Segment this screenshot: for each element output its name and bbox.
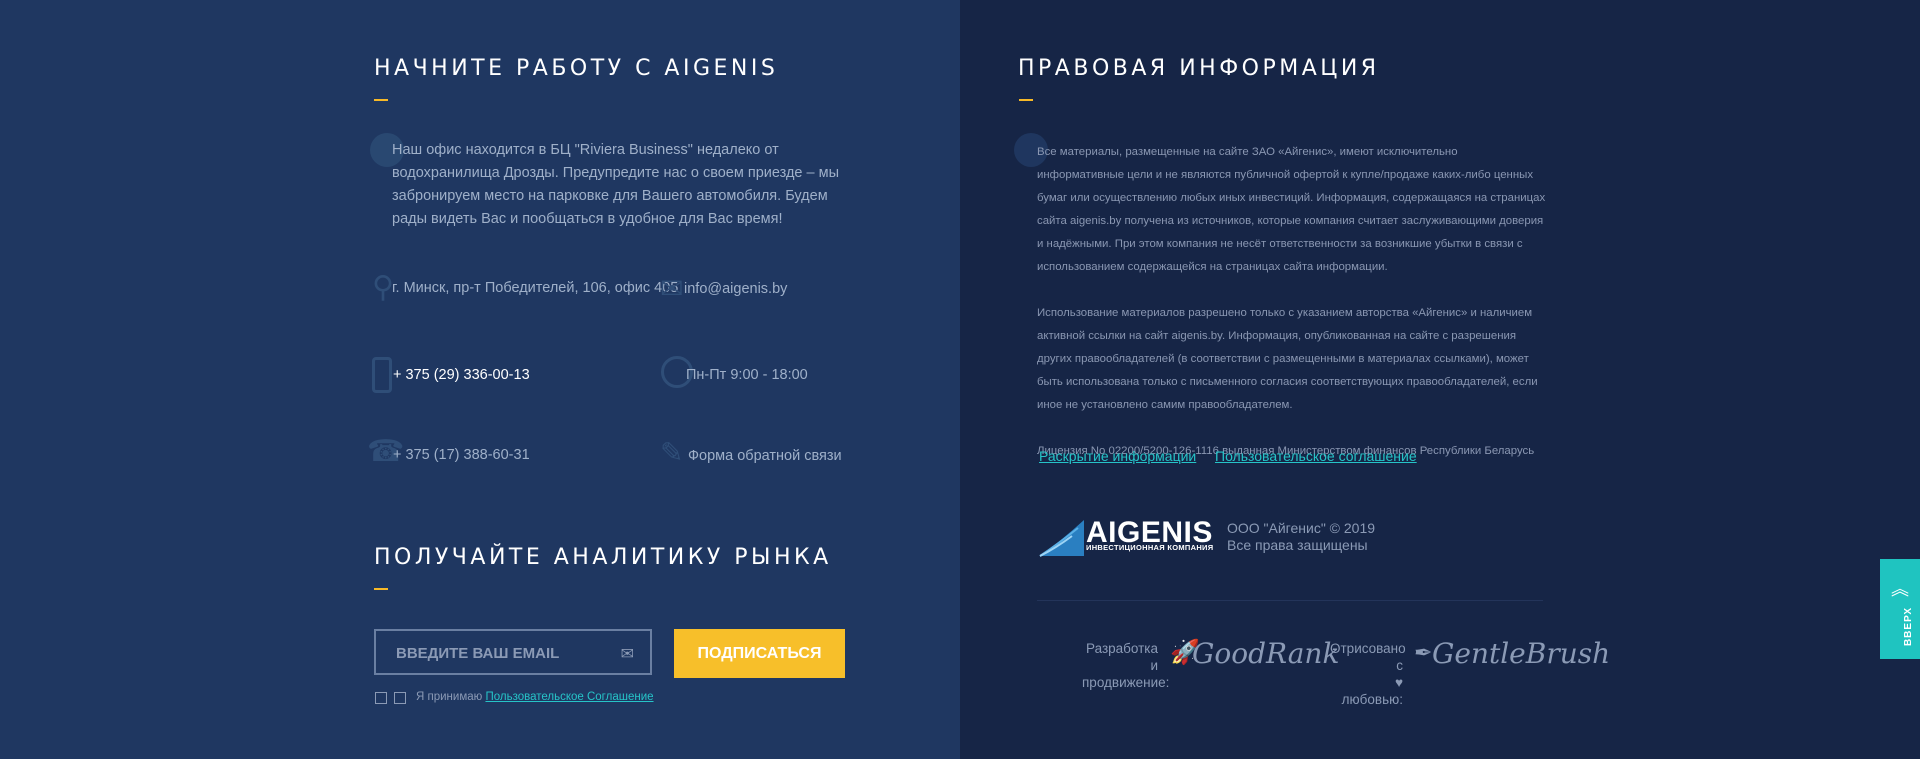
scroll-up-button[interactable]: ︽ ВВЕРХ: [1880, 559, 1920, 659]
subscribe-heading: ПОЛУЧАЙТЕ АНАЛИТИКУ РЫНКА: [374, 545, 832, 570]
logo-subtitle: ИНВЕСТИЦИОННАЯ КОМПАНИЯ: [1086, 543, 1214, 552]
subscribe-email-input[interactable]: [394, 631, 608, 675]
developer-label-line-2: продвижение:: [1082, 675, 1170, 690]
feedback-form-link[interactable]: Форма обратной связи: [688, 448, 842, 464]
heading-accent-line: [374, 588, 388, 590]
agree-text: Я принимаю Пользовательское Соглашение: [416, 691, 654, 703]
user-agreement-link[interactable]: Пользовательское соглашение: [1215, 448, 1417, 464]
checkmark-icon: [394, 692, 406, 704]
heading-accent-line: [1019, 99, 1033, 101]
copyright-line-1: ООО "Айгенис" © 2019: [1227, 520, 1376, 536]
landline-phone-link[interactable]: + 375 (17) 388-60-31: [393, 447, 530, 463]
legal-paragraph-1: Все материалы, размещенные на сайте ЗАО …: [1037, 146, 1546, 273]
envelope-icon: ✉: [620, 646, 634, 663]
legal-text: Все материалы, размещенные на сайте ЗАО …: [1037, 141, 1547, 486]
designer-label: Отрисовано с ♥ любовью:: [1330, 640, 1406, 708]
brush-icon: ✒: [1414, 640, 1433, 665]
aigenis-logo-mark: [1039, 520, 1084, 557]
designer-label-love: любовью:: [1341, 692, 1403, 707]
feedback-icon: ✎: [660, 437, 684, 468]
goodrank-link[interactable]: GoodRank: [1192, 637, 1339, 670]
heart-icon: ♥: [1394, 675, 1403, 690]
user-agreement-link[interactable]: Пользовательское Соглашение: [485, 691, 653, 703]
mobile-phone-link[interactable]: + 375 (29) 336-00-13: [393, 367, 530, 383]
address-text: г. Минск, пр-т Победителей, 106, офис 40…: [392, 280, 679, 296]
developer-label-line-1: Разработка и: [1086, 641, 1158, 673]
legal-paragraph-2: Использование материалов разрешено тольк…: [1037, 307, 1538, 411]
copyright-line-2: Все права защищены: [1227, 537, 1368, 553]
subscribe-button[interactable]: ПОДПИСАТЬСЯ: [674, 629, 845, 678]
gentlebrush-link[interactable]: GentleBrush: [1432, 637, 1610, 670]
start-heading: НАЧНИТЕ РАБОТУ С AIGENIS: [374, 56, 779, 81]
footer-divider: [1037, 600, 1543, 601]
office-intro: Наш офис находится в БЦ "Riviera Busines…: [392, 142, 839, 227]
mobile-phone-icon: [372, 357, 392, 393]
designer-label-line-2: ♥ любовью:: [1330, 674, 1403, 708]
legal-heading: ПРАВОВАЯ ИНФОРМАЦИЯ: [1018, 56, 1380, 81]
location-pin-icon: ⚲: [372, 271, 394, 304]
agree-checkbox[interactable]: [375, 692, 387, 704]
developer-label: Разработка и продвижение:: [1082, 640, 1170, 691]
double-chevron-up-icon: ︽: [1891, 579, 1909, 599]
heading-accent-line: [374, 99, 388, 101]
email-field-wrapper: ✉: [374, 629, 652, 675]
email-link[interactable]: info@aigenis.by: [684, 281, 787, 297]
scroll-up-label: ВВЕРХ: [1903, 606, 1915, 647]
copyright: ООО "Айгенис" © 2019 Все права защищены: [1227, 520, 1375, 554]
envelope-icon: ✉: [660, 273, 684, 304]
disclosure-link[interactable]: Раскрытие информации: [1039, 448, 1196, 464]
agree-label: Я принимаю: [416, 691, 483, 703]
designer-label-line-1: Отрисовано с: [1330, 641, 1406, 673]
working-hours: Пн-Пт 9:00 - 18:00: [686, 367, 808, 383]
